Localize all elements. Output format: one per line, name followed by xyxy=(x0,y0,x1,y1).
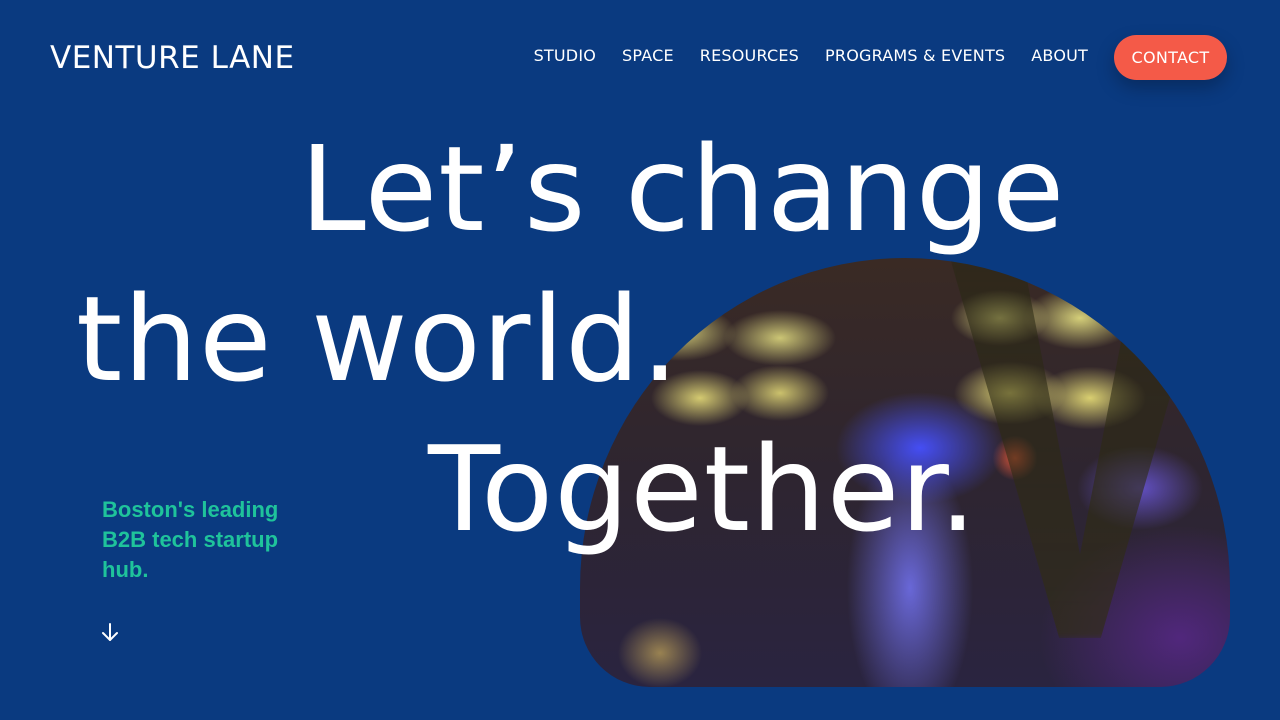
logo[interactable]: VENTURE LANE xyxy=(50,40,295,76)
hero-tagline: Boston's leading B2B tech startup hub. xyxy=(102,497,279,582)
contact-button[interactable]: CONTACT xyxy=(1114,35,1227,80)
nav-item-space[interactable]: SPACE xyxy=(622,44,674,68)
arrow-down-icon[interactable] xyxy=(98,620,122,644)
nav-item-about[interactable]: ABOUT xyxy=(1031,44,1088,68)
nav-item-programs-events[interactable]: PROGRAMS & EVENTS xyxy=(825,44,1005,68)
nav-item-resources[interactable]: RESOURCES xyxy=(700,44,799,68)
page: VENTURE LANE STUDIO SPACE RESOURCES PROG… xyxy=(0,0,1280,720)
main-nav: STUDIO SPACE RESOURCES PROGRAMS & EVENTS… xyxy=(534,44,1088,68)
arrow-down-icon-svg xyxy=(102,623,118,641)
headline-line-3: Together. xyxy=(428,420,978,558)
headline-line-1: Let’s change xyxy=(300,120,1066,258)
headline-line-2: the world. xyxy=(76,270,680,408)
nav-item-studio[interactable]: STUDIO xyxy=(534,44,596,68)
hero-image-v-shape xyxy=(950,258,1210,638)
